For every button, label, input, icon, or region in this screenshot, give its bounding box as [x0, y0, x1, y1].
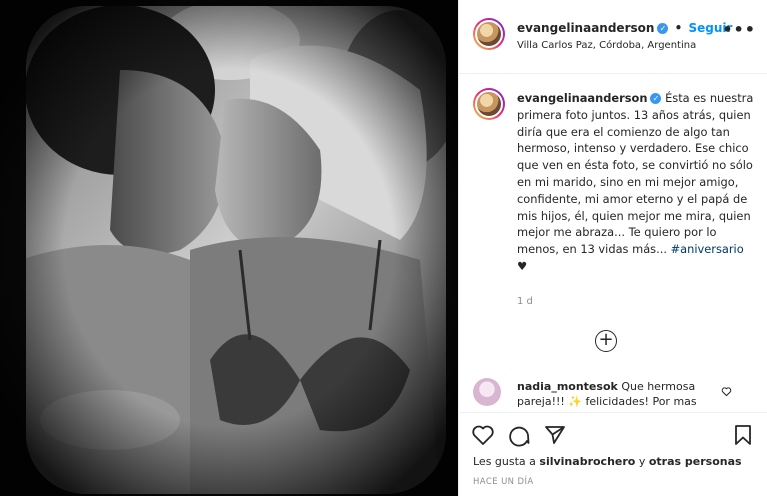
couple-photo-image [0, 0, 458, 496]
post-side-panel: evangelinaanderson ✓ • Seguir Villa Carlo… [458, 0, 767, 496]
verified-badge-icon: ✓ [657, 23, 669, 34]
comment-icon[interactable] [507, 423, 531, 447]
load-more-comments-button[interactable]: + [595, 330, 617, 352]
author-line: evangelinaanderson ✓ • Seguir [517, 21, 732, 35]
likes-prefix: Les gusta a [473, 455, 536, 468]
comment-like-heart-icon[interactable] [721, 386, 732, 397]
caption-text: Ésta es nuestra primera foto juntos. 13 … [517, 91, 754, 257]
likes-conjunction: y [638, 455, 646, 468]
caption-section: evangelinaanderson ✓ Ésta es nuestra prim… [459, 80, 767, 370]
heart-icon[interactable] [471, 423, 495, 447]
caption-username[interactable]: evangelinaanderson [517, 91, 647, 105]
instagram-post: evangelinaanderson ✓ • Seguir Villa Carlo… [0, 0, 767, 496]
commenter-username[interactable]: nadia_montesok [517, 380, 618, 393]
verified-badge-icon: ✓ [650, 93, 662, 104]
bookmark-icon[interactable] [731, 423, 755, 447]
post-time: 1 d [517, 296, 533, 307]
liker-username[interactable]: silvinabrochero [539, 455, 635, 468]
other-likers-link[interactable]: otras personas [649, 455, 742, 468]
commenter-avatar[interactable] [473, 378, 501, 406]
caption-heart: ♥ [517, 258, 528, 273]
post-header: evangelinaanderson ✓ • Seguir Villa Carlo… [459, 0, 767, 74]
post-caption: evangelinaanderson ✓ Ésta es nuestra prim… [517, 90, 757, 275]
post-timestamp: HACE UN DÍA [473, 477, 534, 487]
author-avatar[interactable] [473, 18, 505, 50]
caption-author-avatar[interactable] [473, 88, 505, 120]
more-options-icon[interactable]: ••• [722, 20, 756, 39]
comment-item: nadia_montesok Que hermosa pareja!!! ✨ f… [459, 376, 767, 410]
paper-plane-icon[interactable] [543, 423, 567, 447]
hashtag-link[interactable]: #aniversario [671, 242, 744, 256]
comment-text: nadia_montesok Que hermosa pareja!!! ✨ f… [517, 379, 717, 409]
location-link[interactable]: Villa Carlos Paz, Córdoba, Argentina [517, 40, 696, 51]
post-photo[interactable] [0, 0, 458, 496]
action-bar: Les gusta a silvinabrochero y otras pers… [459, 412, 767, 496]
author-username[interactable]: evangelinaanderson [517, 21, 654, 35]
likes-summary: Les gusta a silvinabrochero y otras pers… [473, 455, 742, 468]
separator-dot: • [674, 21, 683, 35]
